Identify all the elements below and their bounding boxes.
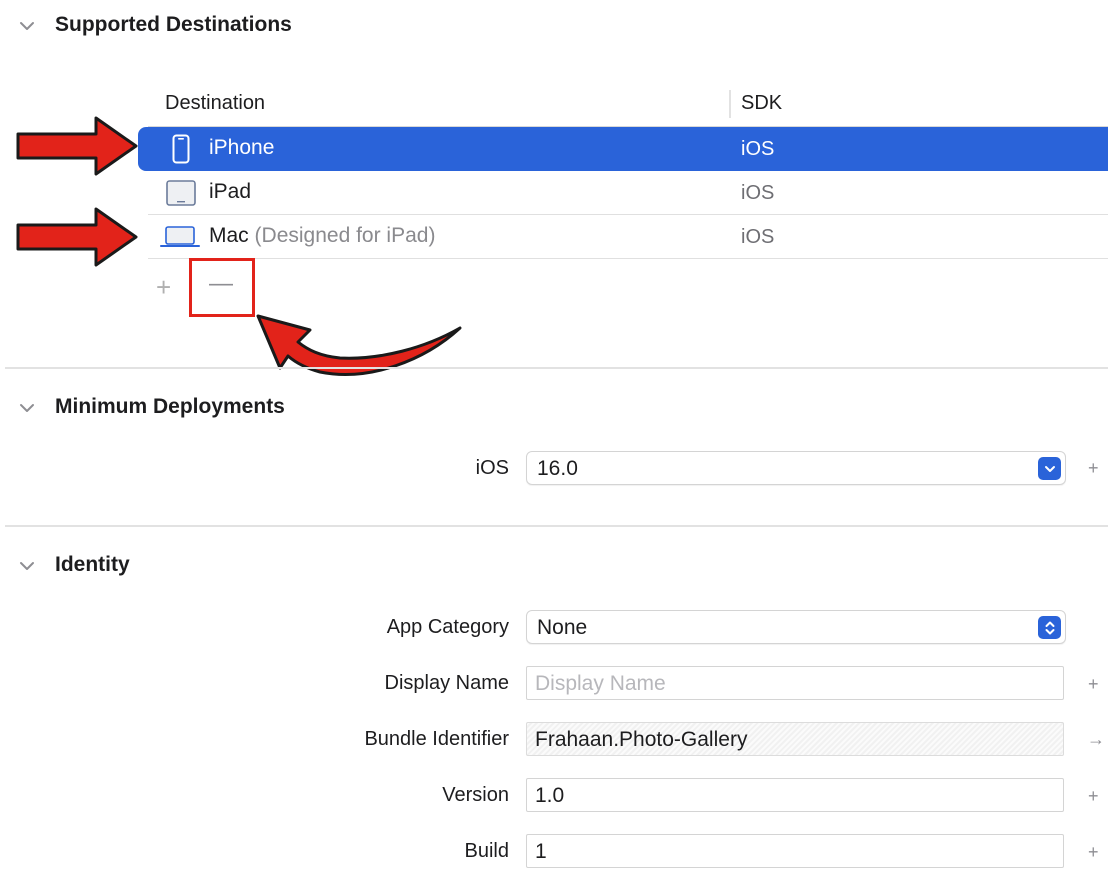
column-header-sdk[interactable]: SDK [741, 92, 782, 115]
ios-deployment-label: iOS [475, 457, 509, 479]
build-label: Build [464, 840, 509, 862]
version-label: Version [442, 784, 509, 806]
row-divider [148, 258, 1108, 259]
destination-name: iPad [209, 180, 252, 203]
column-separator [729, 90, 731, 118]
section-title-identity: Identity [55, 553, 130, 576]
add-display-name-button[interactable]: + [1088, 674, 1099, 695]
curved-annotation-arrow-icon [256, 314, 462, 376]
chevron-down-icon[interactable] [17, 16, 37, 36]
add-destination-button[interactable]: + [156, 274, 171, 300]
annotation-arrow-icon [16, 207, 138, 267]
chevron-down-icon[interactable] [17, 398, 37, 418]
destination-row-ipad[interactable]: iPad iOS [138, 171, 1108, 215]
chevron-down-icon[interactable] [17, 556, 37, 576]
destination-row-iphone[interactable]: iPhone iOS [138, 127, 1108, 171]
section-divider [5, 525, 1108, 527]
column-header-destination[interactable]: Destination [165, 92, 265, 115]
annotation-highlight-box [189, 258, 255, 317]
destination-row-mac[interactable]: Mac (Designed for iPad) iOS [138, 215, 1108, 259]
app-category-label: App Category [386, 616, 509, 638]
app-category-popup[interactable]: None [526, 610, 1066, 644]
section-title-supported-destinations: Supported Destinations [55, 13, 292, 36]
bundle-identifier-field[interactable]: Frahaan.Photo-Gallery [526, 722, 1064, 756]
ios-deployment-value: 16.0 [537, 457, 578, 480]
destination-name: iPhone [209, 136, 275, 159]
bundle-identifier-arrow-icon[interactable]: → [1087, 729, 1105, 750]
bundle-identifier-label: Bundle Identifier [364, 728, 509, 750]
macbook-icon [160, 215, 200, 259]
chevron-down-icon [1038, 457, 1061, 480]
build-field[interactable]: 1 [526, 834, 1064, 868]
app-category-value: None [537, 616, 588, 639]
destination-name: Mac (Designed for iPad) [209, 224, 436, 247]
section-divider [5, 367, 1108, 369]
destination-sdk: iOS [741, 138, 775, 160]
ipad-icon [166, 171, 196, 215]
add-deployment-button[interactable]: + [1088, 458, 1099, 479]
up-down-chevron-icon [1038, 616, 1061, 639]
destination-sdk: iOS [741, 226, 775, 248]
add-version-button[interactable]: + [1088, 786, 1099, 807]
iphone-icon [172, 127, 190, 171]
version-field[interactable]: 1.0 [526, 778, 1064, 812]
ios-deployment-popup[interactable]: 16.0 [526, 451, 1066, 485]
display-name-label: Display Name [384, 672, 509, 694]
annotation-arrow-icon [16, 116, 138, 176]
destination-sdk: iOS [741, 182, 775, 204]
display-name-field[interactable]: Display Name [526, 666, 1064, 700]
add-build-button[interactable]: + [1088, 842, 1099, 863]
section-title-minimum-deployments: Minimum Deployments [55, 395, 285, 418]
